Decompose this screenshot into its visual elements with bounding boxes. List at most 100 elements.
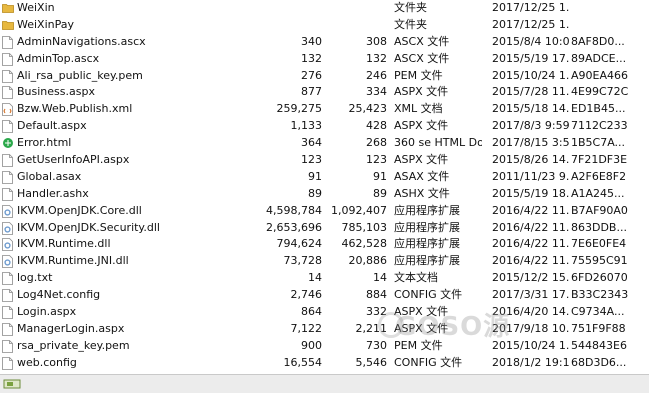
file-icon: [2, 356, 13, 370]
file-name: IKVM.Runtime.JNI.dll: [17, 254, 129, 268]
modified-date: 2016/4/22 11...: [492, 203, 570, 217]
file-name: Default.aspx: [17, 119, 87, 133]
file-type: 文件夹: [394, 1, 427, 14]
file-name: Ali_rsa_public_key.pem: [17, 68, 143, 82]
crc32: C9734A...: [571, 305, 625, 319]
file-row[interactable]: rsa_private_key.pem 900 730 PEM 文件 2015/10/2…: [0, 338, 649, 355]
dll-file-icon: [2, 255, 13, 269]
crc32: 75595C91: [571, 254, 628, 268]
file-size: 89: [308, 186, 322, 200]
file-name: IKVM.OpenJDK.Core.dll: [17, 203, 142, 217]
modified-date: 2017/12/25 1...: [492, 1, 570, 14]
file-row[interactable]: Business.aspx 877 334 ASPX 文件 2015/7/28 11..…: [0, 84, 649, 101]
file-icon: [2, 154, 13, 167]
file-row[interactable]: Default.aspx 1,133 428 ASPX 文件 2017/8/3 9:59…: [0, 118, 649, 135]
crc32: 68D3D6...: [571, 355, 627, 369]
modified-date: 2017/3/31 17...: [492, 288, 570, 302]
packed-size: 785,103: [341, 220, 388, 234]
file-size: 91: [308, 169, 322, 183]
modified-date: 2015/8/26 14...: [492, 153, 570, 167]
packed-size: 14: [373, 271, 387, 285]
file-name: AdminTop.ascx: [17, 51, 100, 65]
file-name: AdminNavigations.ascx: [17, 34, 146, 48]
packed-size: 268: [366, 136, 387, 150]
file-icon: [2, 272, 13, 286]
file-size: 877: [301, 85, 322, 99]
file-name: WeiXinPay: [17, 17, 75, 31]
file-size: 2,746: [290, 288, 323, 302]
xml-file-icon: [2, 103, 13, 117]
file-size: 1,133: [290, 119, 323, 133]
crc32: 863DDB...: [571, 220, 627, 234]
file-row[interactable]: Bzw.Web.Publish.xml 259,275 25,423 XML 文档 20…: [0, 101, 649, 118]
file-type: ASPX 文件: [394, 119, 449, 133]
folder-icon: [2, 2, 14, 15]
file-icon: [2, 120, 13, 134]
crc32: A2F6E8F2: [571, 169, 627, 183]
file-row[interactable]: Handler.ashx 89 89 ASHX 文件 2015/5/19 18... A1…: [0, 186, 649, 203]
file-type: XML 文档: [394, 102, 443, 116]
file-type: 文本文档: [394, 271, 438, 285]
file-row[interactable]: IKVM.OpenJDK.Core.dll 4,598,784 1,092,407 应…: [0, 203, 649, 220]
file-row[interactable]: ManagerLogin.aspx 7,122 2,211 ASPX 文件 2017/9…: [0, 321, 649, 338]
packed-size: 91: [373, 169, 387, 183]
file-type: ASPX 文件: [394, 153, 449, 167]
file-name: IKVM.Runtime.dll: [17, 237, 111, 251]
file-size: 123: [301, 153, 322, 167]
file-name: WeiXin: [17, 1, 55, 14]
file-name: web.config: [17, 355, 77, 369]
file-row[interactable]: AdminTop.ascx 132 132 ASCX 文件 2015/5/19 17..…: [0, 51, 649, 68]
file-row[interactable]: WeiXinPay 文件夹 2017/12/25 1...: [0, 17, 649, 34]
packed-size: 730: [366, 338, 387, 352]
file-row[interactable]: IKVM.Runtime.dll 794,624 462,528 应用程序扩展 2016…: [0, 236, 649, 253]
crc32: 751F9F88: [571, 321, 626, 335]
file-row[interactable]: Error.html 364 268 360 se HTML Do... 2017/8/…: [0, 135, 649, 152]
file-size: 340: [301, 34, 322, 48]
file-row[interactable]: AdminNavigations.ascx 340 308 ASCX 文件 2015/8…: [0, 34, 649, 51]
crc32: 89ADCE...: [571, 51, 627, 65]
file-row[interactable]: WeiXin 文件夹 2017/12/25 1...: [0, 0, 649, 17]
file-type: 360 se HTML Do...: [394, 136, 482, 150]
file-icon: [2, 171, 13, 184]
file-name: ManagerLogin.aspx: [17, 321, 125, 335]
file-row[interactable]: Global.asax 91 91 ASAX 文件 2011/11/23 9... A2F…: [0, 169, 649, 186]
file-type: 应用程序扩展: [394, 237, 460, 251]
crc32: 1B5C7A...: [571, 136, 626, 150]
packed-size: 308: [366, 34, 387, 48]
file-row[interactable]: web.config 16,554 5,546 CONFIG 文件 2018/1/2 1…: [0, 355, 649, 372]
file-type: CONFIG 文件: [394, 355, 463, 369]
modified-date: 2017/8/3 9:59: [492, 119, 570, 133]
file-icon: [2, 306, 13, 319]
file-row[interactable]: log.txt 14 14 文本文档 2015/12/2 15... 6FD26070: [0, 270, 649, 287]
file-row[interactable]: Login.aspx 864 332 ASPX 文件 2016/4/20 14... C9…: [0, 304, 649, 321]
file-row[interactable]: IKVM.OpenJDK.Security.dll 2,653,696 785,10…: [0, 220, 649, 237]
status-bar: [0, 374, 649, 393]
modified-date: 2015/5/19 18...: [492, 186, 570, 200]
file-row[interactable]: Ali_rsa_public_key.pem 276 246 PEM 文件 2015/1…: [0, 68, 649, 85]
dll-file-icon: [2, 238, 13, 252]
crc32: 4E99C72C: [571, 85, 629, 99]
file-row[interactable]: GetUserInfoAPI.aspx 123 123 ASPX 文件 2015/8/2…: [0, 152, 649, 169]
file-size: 900: [301, 338, 322, 352]
crc32: B33C2343: [571, 288, 629, 302]
modified-date: 2015/10/24 1...: [492, 68, 570, 82]
file-name: log.txt: [17, 271, 53, 285]
dll-file-icon: [2, 221, 13, 235]
file-name: Log4Net.config: [17, 288, 101, 302]
packed-size: 1,092,407: [331, 203, 387, 217]
file-type: ASPX 文件: [394, 85, 449, 99]
modified-date: 2016/4/22 11...: [492, 254, 570, 268]
file-name: GetUserInfoAPI.aspx: [17, 153, 130, 167]
file-size: 864: [301, 305, 322, 319]
crc32: 7F21DF3E: [571, 153, 628, 167]
file-icon: [2, 86, 13, 100]
packed-size: 5,546: [355, 355, 388, 369]
file-row[interactable]: IKVM.Runtime.JNI.dll 73,728 20,886 应用程序扩展 20…: [0, 253, 649, 270]
packed-size: 25,423: [348, 102, 388, 116]
modified-date: 2017/12/25 1...: [492, 17, 570, 31]
file-size: 259,275: [276, 102, 323, 116]
packed-size: 428: [366, 119, 387, 133]
file-row[interactable]: Log4Net.config 2,746 884 CONFIG 文件 2017/3/31…: [0, 287, 649, 304]
html-file-icon: [2, 137, 13, 150]
file-size: 7,122: [290, 321, 323, 335]
